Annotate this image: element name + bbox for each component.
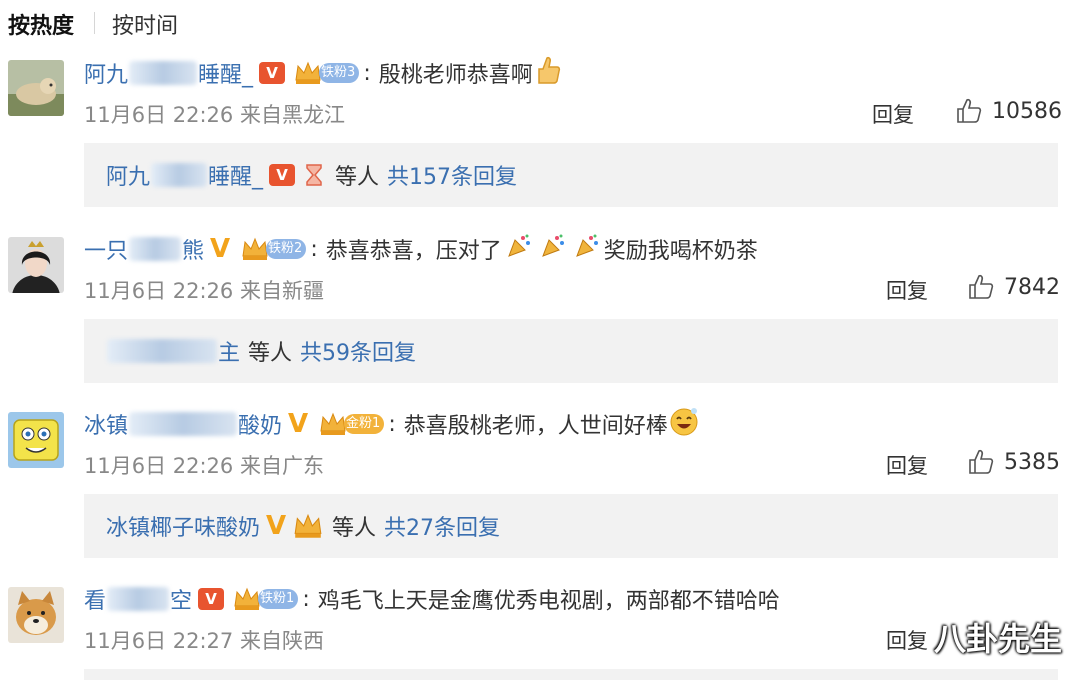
grinning-face-emoji-icon [668,405,700,443]
blurred-username [107,587,170,611]
reply-button[interactable]: 回复 [886,625,928,655]
username[interactable]: 阿九 [84,57,128,89]
v-gold-icon: V [209,234,231,264]
fan-label: 铁粉2 [266,239,307,259]
reply-preview[interactable]: 阿九 睡醒_ V 等人 共157条回复 [84,143,1058,207]
tab-sort-by-time[interactable]: 按时间 [112,8,178,40]
reply-username[interactable]: 冰镇椰子味酸奶 [106,510,260,542]
party-popper-emoji-icon [574,233,600,265]
blurred-username [107,339,217,363]
fan-badge: 铁粉3 [293,60,360,86]
v-verified-icon: V [269,164,296,186]
thumbs-up-icon [957,98,982,123]
reply-button[interactable]: 回复 [872,99,914,129]
username-end[interactable]: 睡醒_ [198,57,253,89]
blurred-username [129,412,238,436]
avatar[interactable] [8,587,64,643]
comment-text: 鸡毛飞上天是金鹰优秀电视剧，两部都不错哈哈 [317,589,780,614]
comment-header: 一只 熊 V 铁粉2 : 恭喜恭喜，压对了 奖励我喝杯奶茶 [84,232,758,266]
fan-badge: 金粉1 [318,411,385,437]
like-count: 5385 [1004,449,1060,475]
reply-button[interactable]: 回复 [886,450,928,480]
comment-header: 冰镇 酸奶 V 金粉1 : 恭喜殷桃老师，人世间好棒 [84,407,700,441]
comment-text: 恭喜恭喜，压对了 [325,239,502,264]
comment-header: 阿九 睡醒_ V 铁粉3 : 殷桃老师恭喜啊 [84,56,561,90]
watermark: 八卦先生 [933,620,1062,658]
comment-meta: 11月6日 22:26 来自广东 [84,454,324,478]
v-gold-icon: V [287,409,309,439]
blurred-username [129,237,182,261]
comment-text: 殷桃老师恭喜啊 [378,63,533,88]
comment-meta: 11月6日 22:26 来自新疆 [84,279,324,303]
fan-label: 金粉1 [344,414,385,434]
reply-preview[interactable]: 冰镇椰子味酸奶 V 等人 共27条回复 [84,494,1058,558]
sort-tabs: 按热度 按时间 [0,0,1080,46]
v-verified-icon: V [198,588,225,610]
tab-sort-by-hot[interactable]: 按热度 [8,8,74,40]
reply-etc: 等人 [335,165,380,190]
party-popper-emoji-icon [506,233,532,265]
thumbs-up-icon [969,274,994,299]
comment-header: 看 空 V 铁粉1 : 鸡毛飞上天是金鹰优秀电视剧，两部都不错哈哈 [84,582,780,616]
blurred-username [151,163,208,187]
like-button[interactable]: 7842 [968,274,1060,300]
reply-username-end[interactable]: 主 [218,335,240,367]
fan-label: 铁粉3 [319,63,360,83]
reply-button[interactable]: 回复 [886,275,928,305]
avatar[interactable] [8,412,64,468]
reply-etc: 等人 [332,516,377,541]
comment-text: 恭喜殷桃老师，人世间好棒 [403,414,668,439]
tab-divider [94,12,95,34]
fan-label: 铁粉1 [258,589,299,609]
username-end[interactable]: 酸奶 [238,408,282,440]
username[interactable]: 一只 [84,233,128,265]
like-button[interactable]: 10586 [956,98,1062,124]
reply-preview[interactable] [84,669,1058,680]
reply-username-end[interactable]: 睡醒_ [208,159,263,191]
reply-preview[interactable]: 主 等人 共59条回复 [84,319,1058,383]
thumbs-up-emoji-icon [533,55,561,91]
colon: : [310,236,318,262]
colon: : [388,411,396,437]
comment-meta: 11月6日 22:26 来自黑龙江 [84,103,345,127]
v-verified-icon: V [259,62,286,84]
username[interactable]: 看 [84,583,106,615]
username-end[interactable]: 空 [170,583,192,615]
reply-username[interactable]: 阿九 [106,159,150,191]
fan-badge: 铁粉1 [232,586,299,612]
fan-badge: 铁粉2 [240,236,307,262]
comment-text-tail: 奖励我喝杯奶茶 [603,239,758,264]
username-end[interactable]: 熊 [182,233,204,265]
colon: : [363,60,371,86]
like-count: 10586 [992,98,1062,124]
crown-icon [294,513,322,538]
avatar[interactable] [8,237,64,293]
v-gold-icon: V [265,511,287,541]
colon: : [302,586,310,612]
comment-meta: 11月6日 22:27 来自陕西 [84,629,324,653]
like-button[interactable]: 5385 [968,449,1060,475]
reply-total-link[interactable]: 共27条回复 [384,510,500,542]
reply-total-link[interactable]: 共59条回复 [300,335,416,367]
reply-total-link[interactable]: 共157条回复 [387,159,517,191]
party-popper-emoji-icon [540,233,566,265]
avatar[interactable] [8,60,64,116]
username[interactable]: 冰镇 [84,408,128,440]
reply-etc: 等人 [248,341,293,366]
blurred-username [129,61,198,85]
like-count: 7842 [1004,274,1060,300]
thumbs-up-icon [969,449,994,474]
hourglass-icon [306,164,322,186]
